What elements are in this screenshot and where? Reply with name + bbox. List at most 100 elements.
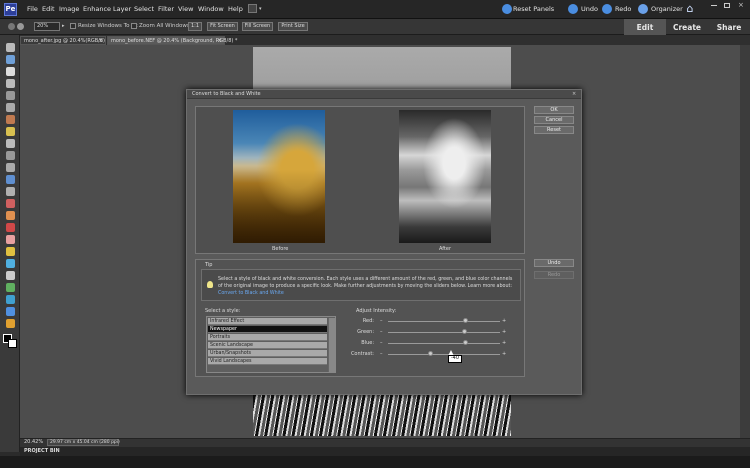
menu-view[interactable]: View [178,5,193,13]
actual-pixels-button[interactable]: 1:1 [188,22,202,31]
zoom-all-checkbox[interactable] [131,23,137,29]
quick-selection-tool-icon[interactable] [6,115,15,124]
green-slider-label: Green: [357,329,374,335]
vertical-scrollbar[interactable] [740,45,750,438]
spot-healing-tool-icon[interactable] [6,211,15,220]
blue-slider-thumb[interactable] [463,340,469,345]
close-tab-icon[interactable]: × [218,37,222,45]
magic-wand-tool-icon[interactable] [6,127,15,136]
eraser-tool-icon[interactable] [6,235,15,244]
red-eye-tool-icon[interactable] [6,199,15,208]
move-tool-icon[interactable] [6,43,15,52]
blur-tool-icon[interactable] [6,307,15,316]
undo-menu-button[interactable]: Undo [581,5,598,13]
adjust-intensity-label: Adjust Intensity: [356,308,397,314]
menu-layer[interactable]: Layer [113,5,131,13]
lightbulb-icon [207,281,213,288]
lasso-tool-icon[interactable] [6,103,15,112]
style-item-portraits[interactable]: Portraits [208,334,327,341]
straighten-tool-icon[interactable] [6,187,15,196]
project-bin-bar[interactable] [20,447,750,456]
green-slider-track[interactable] [388,332,500,333]
maximize-icon[interactable] [724,3,730,8]
style-item-urban-snapshots[interactable]: Urban/Snapshots [208,350,327,357]
dialog-close-icon[interactable]: × [572,91,576,97]
cancel-button[interactable]: Cancel [534,116,574,124]
type-tool-icon[interactable] [6,139,15,148]
zoom-tool-icon[interactable] [6,55,15,64]
recompose-tool-icon[interactable] [6,163,15,172]
dialog-titlebar[interactable]: Convert to Black and White × [187,90,581,99]
green-plus-icon: + [502,329,507,335]
zoom-in-icon[interactable] [17,23,24,30]
close-tab-icon[interactable]: × [99,37,103,45]
brush-tool-icon[interactable] [6,247,15,256]
doc-tab-mono-after[interactable]: mono_after.jpg @ 20.4%(RGB/8) × [20,36,106,45]
menu-edit[interactable]: Edit [42,5,55,13]
green-slider-thumb[interactable] [462,329,468,334]
contrast-slider-track[interactable] [388,354,500,355]
red-slider-track[interactable] [388,321,500,322]
reset-panels-icon[interactable] [502,4,512,14]
organizer-icon[interactable] [638,4,648,14]
style-item-newspaper[interactable]: Newspaper [208,326,327,333]
reset-panels-button[interactable]: Reset Panels [513,5,554,13]
organizer-button[interactable]: Organizer [651,5,683,13]
reset-button[interactable]: Reset [534,126,574,134]
zoom-out-icon[interactable] [8,23,15,30]
menu-enhance[interactable]: Enhance [83,5,111,13]
menu-file[interactable]: File [27,5,38,13]
tip-text: Select a style of black and white conver… [218,276,514,297]
style-item-infrared[interactable]: Infrared Effect [208,318,327,325]
hand-tool-icon[interactable] [6,67,15,76]
menu-image[interactable]: Image [59,5,79,13]
zoom-input[interactable]: 20% [34,22,60,31]
doc-tab-mono-before[interactable]: mono_before.NEF @ 20.4% (Background, RGB… [107,36,237,45]
doc-size-status[interactable]: 29.97 cm x 45.04 cm (280 ppi) [47,439,120,446]
before-preview-image [233,110,325,243]
style-list-scrollbar[interactable] [328,318,335,372]
undo-button[interactable]: Undo [534,259,574,267]
home-icon[interactable]: ⌂ [683,2,697,16]
fill-screen-button[interactable]: Fill Screen [242,22,273,31]
red-slider-thumb[interactable] [463,318,469,323]
undo-icon[interactable] [568,4,578,14]
document-tabs: mono_after.jpg @ 20.4%(RGB/8) × mono_bef… [0,35,750,45]
gradient-tool-icon[interactable] [6,283,15,292]
app-logo-icon[interactable]: Pe [4,3,17,16]
redo-button[interactable]: Redo [534,271,574,279]
workspace-dropdown-icon[interactable]: ▾ [259,6,262,12]
zoom-dropdown-icon[interactable]: ▸ [62,23,65,29]
project-bin-label[interactable]: PROJECT BIN [24,448,60,454]
close-app-icon[interactable]: × [738,1,744,9]
minimize-icon[interactable] [711,5,717,6]
contrast-slider-thumb[interactable] [427,351,433,356]
menu-filter[interactable]: Filter [158,5,174,13]
blue-slider-track[interactable] [388,343,500,344]
crop-tool-icon[interactable] [6,151,15,160]
eyedropper-tool-icon[interactable] [6,79,15,88]
redo-menu-button[interactable]: Redo [615,5,631,13]
menu-select[interactable]: Select [134,5,154,13]
style-item-scenic-landscape[interactable]: Scenic Landscape [208,342,327,349]
resize-windows-checkbox[interactable] [70,23,76,29]
print-size-button[interactable]: Print Size [278,22,308,31]
sponge-tool-icon[interactable] [6,319,15,328]
smart-brush-tool-icon[interactable] [6,259,15,268]
custom-shape-tool-icon[interactable] [6,295,15,304]
background-color-swatch[interactable] [8,339,17,348]
marquee-tool-icon[interactable] [6,91,15,100]
style-item-vivid-landscapes[interactable]: Vivid Landscapes [208,358,327,365]
menu-window[interactable]: Window [198,5,224,13]
style-listbox[interactable]: Infrared Effect Newspaper Portraits Scen… [206,316,336,373]
workspace-icon[interactable] [248,4,257,13]
paint-bucket-tool-icon[interactable] [6,271,15,280]
redo-icon[interactable] [602,4,612,14]
cookie-cutter-tool-icon[interactable] [6,175,15,184]
ok-button[interactable]: OK [534,106,574,114]
clone-stamp-tool-icon[interactable] [6,223,15,232]
fit-screen-button[interactable]: Fit Screen [207,22,238,31]
tip-learn-more-link[interactable]: Convert to Black and White [218,290,514,297]
tip-panel: Select a style of black and white conver… [201,269,521,301]
menu-help[interactable]: Help [228,5,243,13]
